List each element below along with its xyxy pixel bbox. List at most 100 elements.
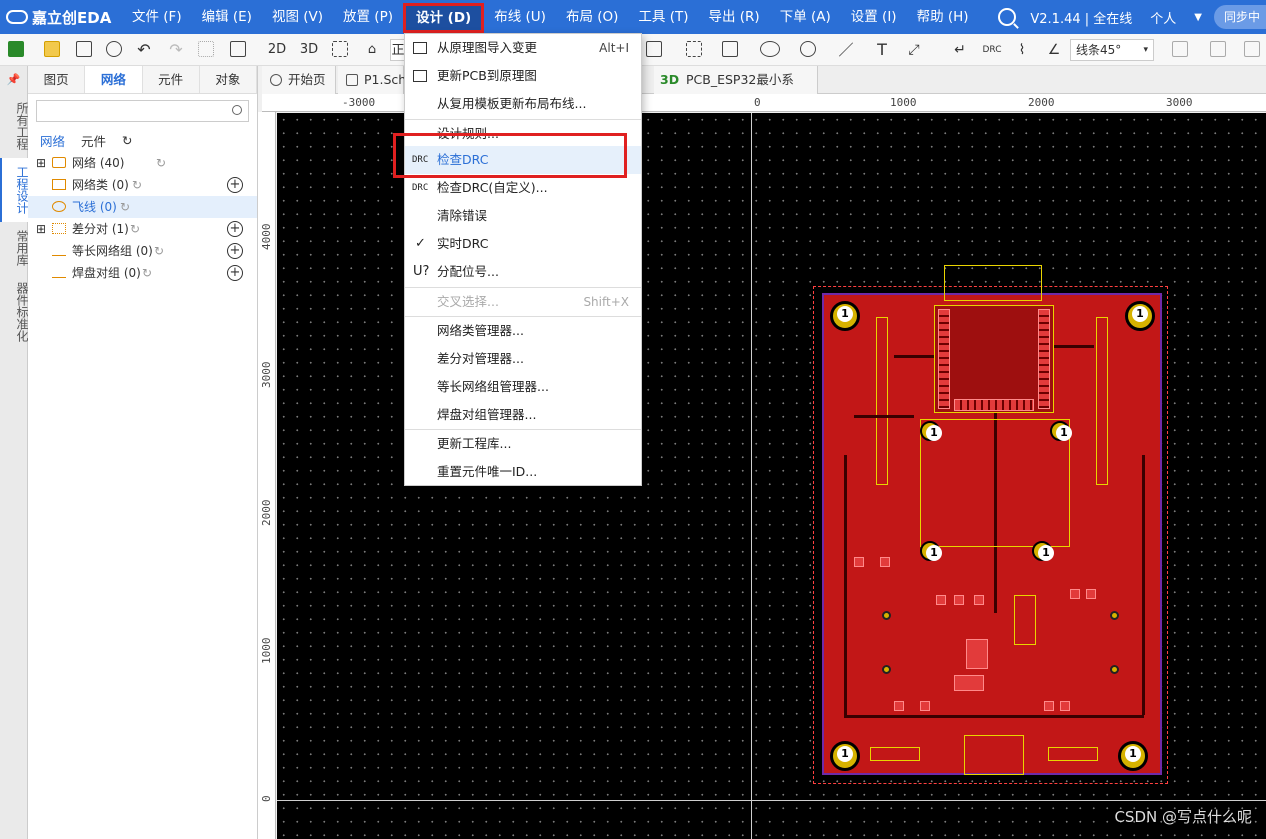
menu-item-pad-pair-manager[interactable]: 焊盘对组管理器... bbox=[405, 401, 641, 429]
usb-connector[interactable] bbox=[964, 735, 1024, 775]
test-point[interactable] bbox=[920, 541, 942, 561]
grid-icon[interactable] bbox=[198, 41, 214, 57]
refresh-icon[interactable]: ↻ bbox=[154, 240, 164, 262]
save-all-icon[interactable] bbox=[106, 41, 122, 57]
refresh-icon[interactable]: ↻ bbox=[132, 174, 142, 196]
menu-help[interactable]: 帮助 (H) bbox=[907, 0, 979, 34]
pin-icon[interactable]: 📌 bbox=[0, 66, 27, 94]
undo-icon[interactable]: ↶ bbox=[134, 39, 154, 61]
expand-icon[interactable]: ⊞ bbox=[36, 218, 46, 240]
refresh-icon[interactable]: ↻ bbox=[130, 218, 140, 240]
view-3d-button[interactable]: 3D bbox=[298, 39, 320, 61]
boot-switch[interactable] bbox=[1048, 747, 1098, 761]
search-icon[interactable] bbox=[998, 8, 1017, 26]
dimension-icon[interactable]: ⤢ bbox=[904, 39, 924, 61]
align-icon[interactable] bbox=[1172, 41, 1188, 57]
drc-toolbar-button[interactable]: DRC bbox=[980, 39, 1004, 61]
menu-route[interactable]: 布线 (U) bbox=[484, 0, 556, 34]
text-icon[interactable]: T bbox=[872, 39, 892, 61]
menu-tools[interactable]: 工具 (T) bbox=[628, 0, 698, 34]
test-point[interactable] bbox=[1032, 541, 1054, 561]
doc-tab-schematic[interactable]: P1.Sch bbox=[338, 66, 406, 94]
polygon-icon[interactable] bbox=[722, 41, 738, 57]
angle-icon[interactable]: ∠ bbox=[1044, 39, 1064, 61]
redo-icon[interactable]: ↷ bbox=[166, 39, 186, 61]
test-point[interactable] bbox=[1050, 421, 1072, 441]
menu-item-check-drc-custom[interactable]: DRC 检查DRC(自定义)... bbox=[405, 174, 641, 202]
eye-icon[interactable] bbox=[52, 201, 66, 212]
add-icon[interactable]: + bbox=[227, 221, 243, 237]
menu-item-clear-errors[interactable]: 清除错误 bbox=[405, 202, 641, 230]
panel-tab-nets[interactable]: 网络 bbox=[85, 66, 143, 93]
menu-design[interactable]: 设计 (D) bbox=[402, 2, 485, 33]
area-select-icon[interactable] bbox=[686, 41, 702, 57]
diff-pair-icon[interactable]: ⌇ bbox=[1012, 39, 1032, 61]
mounting-hole[interactable] bbox=[1118, 741, 1148, 771]
mounting-hole[interactable] bbox=[830, 741, 860, 771]
find-icon[interactable] bbox=[230, 41, 246, 57]
new-file-icon[interactable] bbox=[8, 41, 24, 57]
pin-header-left[interactable] bbox=[876, 317, 888, 485]
menu-item-equal-length-manager[interactable]: 等长网络组管理器... bbox=[405, 373, 641, 401]
menu-item-assign-designators[interactable]: U? 分配位号... bbox=[405, 258, 641, 286]
tree-item-ratsnest[interactable]: 飞线 (0) ↻ bbox=[28, 196, 257, 218]
add-icon[interactable]: + bbox=[227, 177, 243, 193]
menu-item-realtime-drc[interactable]: ✓ 实时DRC bbox=[405, 230, 641, 258]
menu-order[interactable]: 下单 (A) bbox=[770, 0, 841, 34]
menu-item-update-pcb-to-schematic[interactable]: 更新PCB到原理图 bbox=[405, 62, 641, 90]
menu-item-update-from-template[interactable]: 从复用模板更新布局布线... bbox=[405, 90, 641, 118]
reset-switch[interactable] bbox=[870, 747, 920, 761]
expand-icon[interactable]: ⊞ bbox=[36, 152, 46, 174]
vtab-common-library[interactable]: 常用库 bbox=[0, 222, 29, 274]
menu-item-cross-select[interactable]: 交叉选择... Shift+X bbox=[405, 288, 641, 316]
app-logo[interactable]: 嘉立创EDA bbox=[0, 7, 122, 28]
line-icon[interactable]: ／ bbox=[836, 39, 856, 61]
open-folder-icon[interactable] bbox=[44, 41, 60, 57]
menu-view[interactable]: 视图 (V) bbox=[262, 0, 333, 34]
menu-file[interactable]: 文件 (F) bbox=[122, 0, 192, 34]
menu-settings[interactable]: 设置 (I) bbox=[841, 0, 907, 34]
doc-tab-pcb[interactable]: 3D PCB_ESP32最小系 bbox=[654, 66, 818, 94]
sync-status[interactable]: 同步中 bbox=[1213, 5, 1266, 29]
esp32-module[interactable] bbox=[934, 305, 1054, 413]
doc-tab-home[interactable]: 开始页 bbox=[262, 66, 336, 94]
menu-export[interactable]: 导出 (R) bbox=[698, 0, 769, 34]
vtab-all-projects[interactable]: 所有工程 bbox=[0, 94, 29, 158]
chevron-down-icon[interactable]: ▼ bbox=[1194, 12, 1202, 23]
refresh-icon[interactable]: ↻ bbox=[120, 196, 130, 218]
mounting-hole[interactable] bbox=[1125, 301, 1155, 331]
menu-place[interactable]: 放置 (P) bbox=[333, 0, 403, 34]
panel-search-input[interactable] bbox=[36, 100, 249, 122]
panel-tab-sheets[interactable]: 图页 bbox=[28, 66, 86, 93]
arrange-icon[interactable] bbox=[1244, 41, 1260, 57]
refresh-icon[interactable]: ↻ bbox=[142, 262, 152, 284]
user-menu[interactable]: 个人 bbox=[1150, 8, 1176, 27]
panel-tab-objects[interactable]: 对象 bbox=[200, 66, 257, 93]
menu-item-import-from-schematic[interactable]: 从原理图导入变更 Alt+I bbox=[405, 34, 641, 62]
tree-item-pad-pair-groups[interactable]: 焊盘对组 (0) ↻ + bbox=[28, 262, 257, 284]
panel-tab-components[interactable]: 元件 bbox=[143, 66, 200, 93]
rect-select-icon[interactable] bbox=[646, 41, 662, 57]
zoom-area-icon[interactable] bbox=[332, 41, 348, 57]
circle-slash-icon[interactable] bbox=[800, 41, 816, 57]
tree-item-nets[interactable]: ⊞ 网络 (40) ↻ bbox=[28, 152, 257, 174]
vtab-project-design[interactable]: 工程设计 bbox=[0, 158, 29, 222]
menu-item-net-class-manager[interactable]: 网络类管理器... bbox=[405, 317, 641, 345]
pcb-board[interactable] bbox=[822, 265, 1162, 775]
save-icon[interactable] bbox=[76, 41, 92, 57]
add-icon[interactable]: + bbox=[227, 265, 243, 281]
menu-item-update-project-library[interactable]: 更新工程库... bbox=[405, 430, 641, 458]
routing-mode-select[interactable]: 线条45° ▾ bbox=[1070, 39, 1154, 61]
pin-header-right[interactable] bbox=[1096, 317, 1108, 485]
subtab-components[interactable]: 元件 bbox=[81, 131, 106, 150]
refresh-icon[interactable]: ↻ bbox=[122, 133, 132, 148]
test-point[interactable] bbox=[920, 421, 942, 441]
subtab-nets[interactable]: 网络 bbox=[40, 131, 65, 150]
route-icon[interactable]: ↵ bbox=[950, 39, 970, 61]
distribute-icon[interactable] bbox=[1210, 41, 1226, 57]
mounting-hole[interactable] bbox=[830, 301, 860, 331]
view-2d-button[interactable]: 2D bbox=[266, 39, 288, 61]
tree-item-equal-length-groups[interactable]: 等长网络组 (0) ↻ + bbox=[28, 240, 257, 262]
menu-edit[interactable]: 编辑 (E) bbox=[192, 0, 262, 34]
add-icon[interactable]: + bbox=[227, 243, 243, 259]
